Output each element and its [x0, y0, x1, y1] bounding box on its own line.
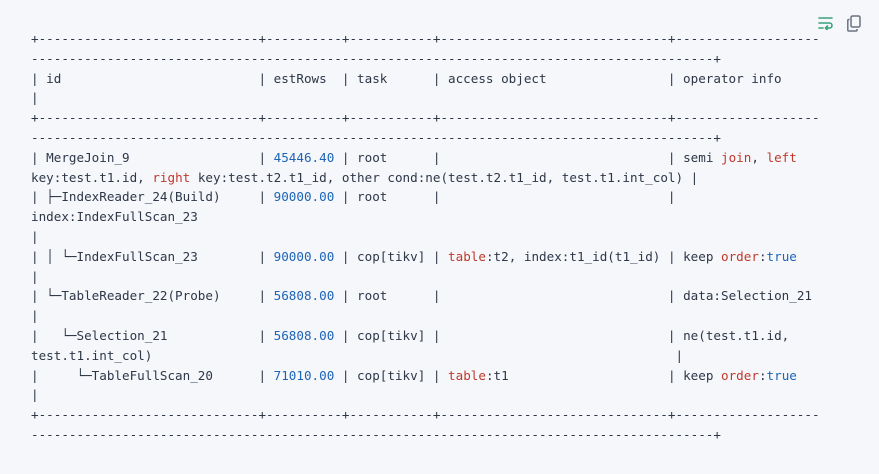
- plan-line: +-----------------------------+---------…: [31, 31, 820, 46]
- plan-token: 45446.40: [273, 149, 335, 165]
- plan-line: |: [31, 269, 39, 284]
- plan-line: | └─TableFullScan_20 | 71010.00 | cop[ti…: [31, 368, 797, 383]
- plan-token: key:test.t2.t1_id, other cond:ne(test.t2…: [190, 169, 699, 185]
- code-block: +-----------------------------+---------…: [0, 0, 879, 474]
- plan-token: |: [31, 90, 39, 106]
- plan-line: | ├─IndexReader_24(Build) | 90000.00 | r…: [31, 189, 676, 204]
- plan-token: table: [448, 248, 486, 264]
- plan-token: :t2, index:t1_id(t1_id) | keep: [485, 248, 722, 264]
- plan-token: right: [152, 169, 191, 185]
- plan-token: ----------------------------------------…: [31, 426, 721, 442]
- plan-line: ----------------------------------------…: [31, 130, 721, 145]
- plan-token: | └─TableFullScan_20 |: [31, 367, 274, 383]
- plan-line: |: [31, 90, 39, 105]
- plan-line: +-----------------------------+---------…: [31, 110, 820, 125]
- plan-token: | cop[tikv] | | ne(test.t1.id,: [334, 327, 790, 343]
- plan-token: index:IndexFullScan_23: [31, 209, 198, 225]
- plan-token: order: [721, 248, 759, 264]
- plan-token: +-----------------------------+---------…: [31, 31, 820, 46]
- wrap-lines-button[interactable]: [817, 14, 835, 32]
- plan-token: :t1 | keep: [485, 367, 722, 383]
- plan-token: ,: [751, 149, 767, 165]
- plan-token: | └─Selection_21 |: [31, 327, 274, 343]
- plan-token: left: [766, 149, 797, 165]
- plan-token: 90000.00: [273, 189, 335, 205]
- plan-token: true: [766, 367, 797, 383]
- explain-plan-output: +-----------------------------+---------…: [31, 29, 820, 445]
- plan-token: | id | estRows | task | access object | …: [31, 70, 782, 86]
- plan-line: |: [31, 387, 39, 402]
- plan-token: |: [31, 268, 39, 284]
- plan-line: | └─TableReader_22(Probe) | 56808.00 | r…: [31, 288, 812, 303]
- plan-token: table: [448, 367, 486, 383]
- plan-token: key:test.t1.id,: [31, 169, 153, 185]
- copy-button[interactable]: [845, 14, 863, 32]
- plan-token: | └─TableReader_22(Probe) |: [31, 288, 274, 304]
- plan-token: | MergeJoin_9 |: [31, 149, 274, 165]
- plan-token: |: [31, 228, 39, 244]
- plan-token: 56808.00: [273, 327, 335, 343]
- plan-line: key:test.t1.id, right key:test.t2.t1_id,…: [31, 170, 698, 185]
- wrap-lines-icon: [818, 17, 833, 30]
- plan-line: ----------------------------------------…: [31, 427, 721, 442]
- plan-line: | │ └─IndexFullScan_23 | 90000.00 | cop[…: [31, 249, 797, 264]
- plan-token: | │ └─IndexFullScan_23 |: [31, 248, 274, 264]
- plan-token: | ├─IndexReader_24(Build) |: [31, 189, 274, 205]
- plan-token: 56808.00: [273, 288, 335, 304]
- plan-token: :: [758, 367, 767, 383]
- plan-token: | root | |: [334, 189, 676, 205]
- plan-token: | cop[tikv] |: [334, 248, 449, 264]
- plan-token: | root | | semi: [334, 149, 721, 165]
- plan-token: :: [758, 248, 767, 264]
- plan-token: | root | | data:Selection_21: [334, 288, 812, 304]
- plan-line: | MergeJoin_9 | 45446.40 | root | | semi…: [31, 150, 797, 165]
- plan-token: +-----------------------------+---------…: [31, 407, 820, 423]
- copy-icon: [847, 14, 861, 32]
- plan-token: ----------------------------------------…: [31, 129, 721, 145]
- plan-token: ----------------------------------------…: [31, 50, 721, 66]
- plan-line: ----------------------------------------…: [31, 51, 721, 66]
- plan-token: 71010.00: [273, 367, 335, 383]
- plan-line: |: [31, 229, 39, 244]
- plan-token: order: [721, 367, 759, 383]
- plan-line: |: [31, 308, 39, 323]
- plan-token: |: [31, 387, 39, 403]
- plan-token: test.t1.int_col) |: [31, 347, 684, 363]
- plan-token: join: [721, 149, 752, 165]
- plan-token: 90000.00: [273, 248, 335, 264]
- plan-line: | id | estRows | task | access object | …: [31, 71, 782, 86]
- code-toolbar: [817, 14, 863, 32]
- plan-line: +-----------------------------+---------…: [31, 407, 820, 422]
- plan-token: true: [766, 248, 797, 264]
- plan-line: | └─Selection_21 | 56808.00 | cop[tikv] …: [31, 328, 789, 343]
- plan-token: +-----------------------------+---------…: [31, 110, 820, 126]
- plan-token: | cop[tikv] |: [334, 367, 449, 383]
- plan-line: index:IndexFullScan_23: [31, 209, 198, 224]
- plan-line: test.t1.int_col) |: [31, 348, 683, 363]
- plan-token: |: [31, 308, 39, 324]
